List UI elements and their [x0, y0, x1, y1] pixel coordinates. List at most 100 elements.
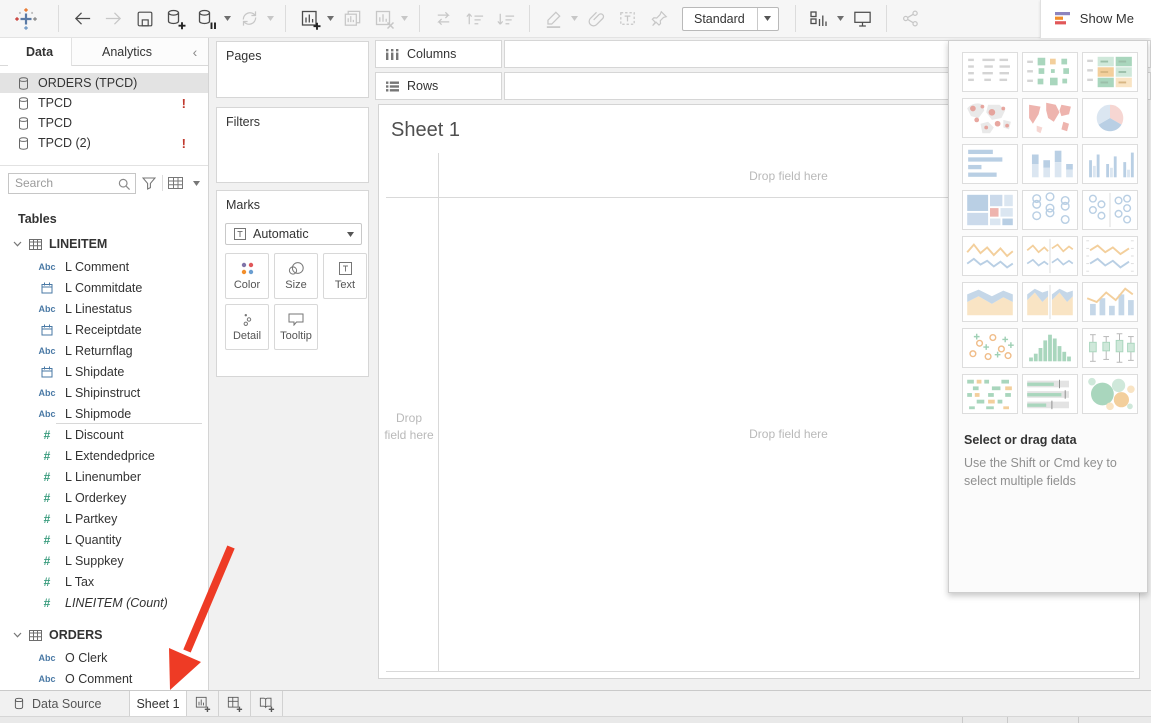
pause-updates-button[interactable] — [193, 5, 220, 33]
text-label-button[interactable] — [614, 5, 641, 33]
field-item[interactable]: #L Tax — [0, 571, 208, 592]
save-button[interactable] — [131, 5, 158, 33]
redo-button[interactable] — [100, 5, 127, 33]
field-item[interactable]: #L Orderkey — [0, 487, 208, 508]
field-item[interactable]: #L Extendedprice — [0, 445, 208, 466]
datasource-item[interactable]: ORDERS (TPCD) — [0, 73, 208, 93]
field-item[interactable]: AbcL Shipmode — [0, 403, 208, 424]
field-item[interactable]: #LINEITEM (Count) — [0, 592, 208, 613]
datasource-item[interactable]: TPCD (2)! — [0, 133, 208, 153]
filter-fields-icon[interactable] — [141, 173, 157, 193]
chart-type-circle-views[interactable] — [1022, 190, 1078, 230]
chart-type-dual-lines[interactable] — [1082, 236, 1138, 276]
tab-data-source[interactable]: Data Source — [0, 691, 130, 716]
datasource-item[interactable]: TPCD! — [0, 93, 208, 113]
field-item[interactable]: AbcO Comment — [0, 668, 208, 689]
fit-selector[interactable]: Standard — [682, 7, 779, 31]
fix-axes-button[interactable] — [645, 5, 672, 33]
detail-button[interactable]: Detail — [225, 304, 269, 350]
chart-type-bullet-graph[interactable] — [1022, 374, 1078, 414]
pages-shelf[interactable]: Pages — [216, 41, 369, 98]
chart-type-text-table[interactable] — [962, 52, 1018, 92]
undo-button[interactable] — [69, 5, 96, 33]
highlight-button[interactable] — [540, 5, 567, 33]
field-item[interactable]: L Commitdate — [0, 277, 208, 298]
sort-descending-button[interactable] — [492, 5, 519, 33]
chart-type-side-by-side-circles[interactable] — [1082, 190, 1138, 230]
field-item[interactable]: L Receiptdate — [0, 319, 208, 340]
field-item[interactable]: AbcL Linestatus — [0, 298, 208, 319]
field-item[interactable]: AbcL Shipinstruct — [0, 382, 208, 403]
tooltip-button[interactable]: Tooltip — [274, 304, 318, 350]
chart-type-symbol-map[interactable] — [962, 98, 1018, 138]
datasource-item[interactable]: TPCD — [0, 113, 208, 133]
chart-type-highlight-table[interactable] — [1082, 52, 1138, 92]
show-cards-caret[interactable] — [835, 5, 846, 33]
table-group-header[interactable]: ORDERS — [0, 623, 208, 647]
chart-type-pie-chart[interactable] — [1082, 98, 1138, 138]
tab-data[interactable]: Data — [8, 38, 72, 66]
toolbar-divider — [529, 5, 530, 32]
search-input[interactable] — [9, 176, 113, 190]
pause-updates-caret[interactable] — [222, 5, 233, 33]
table-group-header[interactable]: LINEITEM — [0, 232, 208, 256]
chart-type-scatter-plot[interactable] — [962, 328, 1018, 368]
chart-type-side-by-side-bars[interactable] — [1082, 144, 1138, 184]
highlight-caret[interactable] — [569, 5, 580, 33]
field-item[interactable]: #L Linenumber — [0, 466, 208, 487]
tab-sheet1[interactable]: Sheet 1 — [130, 691, 187, 716]
collapse-pane-button[interactable]: ‹ — [182, 38, 208, 66]
clear-sheet-button[interactable] — [370, 5, 397, 33]
sort-ascending-button[interactable] — [461, 5, 488, 33]
chart-type-discrete-area[interactable] — [1022, 282, 1078, 322]
chart-type-stacked-bars[interactable] — [1022, 144, 1078, 184]
chart-type-histogram[interactable] — [1022, 328, 1078, 368]
chart-type-gantt[interactable] — [962, 374, 1018, 414]
field-item[interactable]: #L Discount — [0, 424, 208, 445]
field-item[interactable]: AbcL Comment — [0, 256, 208, 277]
mark-type-select[interactable]: Automatic — [225, 223, 362, 245]
swap-axes-button[interactable] — [430, 5, 457, 33]
duplicate-button[interactable] — [339, 5, 366, 33]
size-button[interactable]: Size — [274, 253, 318, 299]
chart-type-continuous-lines[interactable] — [962, 236, 1018, 276]
refresh-caret[interactable] — [265, 5, 276, 33]
chart-type-horizontal-bars[interactable] — [962, 144, 1018, 184]
new-worksheet-button[interactable] — [296, 5, 323, 33]
chart-type-packed-bubbles[interactable] — [1082, 374, 1138, 414]
chart-type-continuous-area[interactable] — [962, 282, 1018, 322]
field-item[interactable]: AbcO Clerk — [0, 647, 208, 668]
drop-zone-rows[interactable]: Drop field here — [384, 410, 434, 444]
view-as-caret-icon[interactable] — [188, 173, 204, 193]
field-item[interactable]: #L Partkey — [0, 508, 208, 529]
field-item[interactable]: AbcL Returnflag — [0, 340, 208, 361]
chart-type-box-and-whisker[interactable] — [1082, 328, 1138, 368]
new-worksheet-caret[interactable] — [325, 5, 336, 33]
presentation-mode-button[interactable] — [849, 5, 876, 33]
share-button[interactable] — [897, 5, 924, 33]
show-cards-button[interactable] — [806, 5, 833, 33]
chart-type-discrete-lines[interactable] — [1022, 236, 1078, 276]
fit-selector-caret[interactable] — [757, 8, 778, 30]
new-worksheet-tab-button[interactable] — [187, 691, 219, 716]
group-members-button[interactable] — [583, 5, 610, 33]
chart-type-treemap[interactable] — [962, 190, 1018, 230]
new-dashboard-button[interactable] — [219, 691, 251, 716]
field-item[interactable]: #L Quantity — [0, 529, 208, 550]
text-button[interactable]: Text — [323, 253, 367, 299]
show-me-button[interactable]: Show Me — [1040, 0, 1151, 38]
view-as-icon[interactable] — [168, 173, 184, 193]
number-field-icon: # — [36, 533, 58, 547]
clear-sheet-caret[interactable] — [399, 5, 410, 33]
tab-analytics[interactable]: Analytics — [72, 38, 182, 66]
chart-type-dual-combination[interactable] — [1082, 282, 1138, 322]
chart-type-heat-map[interactable] — [1022, 52, 1078, 92]
filters-shelf[interactable]: Filters — [216, 107, 369, 183]
new-story-button[interactable] — [251, 691, 283, 716]
new-datasource-button[interactable] — [162, 5, 189, 33]
refresh-button[interactable] — [236, 5, 263, 33]
chart-type-filled-map[interactable] — [1022, 98, 1078, 138]
field-item[interactable]: L Shipdate — [0, 361, 208, 382]
field-item[interactable]: #L Suppkey — [0, 550, 208, 571]
color-button[interactable]: Color — [225, 253, 269, 299]
